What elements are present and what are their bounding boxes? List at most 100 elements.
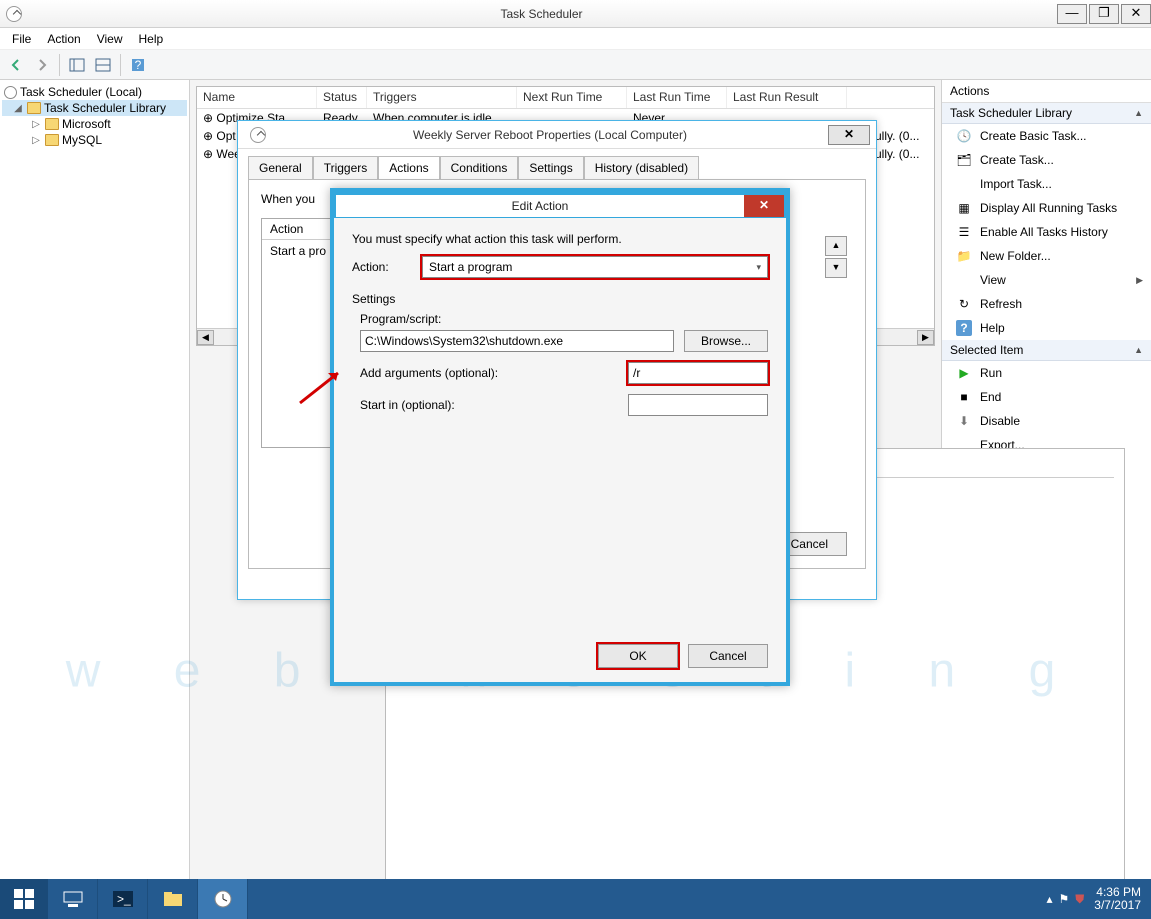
- folder-icon: [45, 118, 59, 130]
- action-combobox[interactable]: Start a program▾: [422, 256, 768, 278]
- properties-title: Weekly Server Reboot Properties (Local C…: [272, 128, 828, 142]
- move-up-button[interactable]: ▲: [825, 236, 847, 256]
- tray-up-icon[interactable]: ▴: [1046, 892, 1052, 906]
- scroll-right-icon[interactable]: ▶: [917, 330, 934, 345]
- action-disable[interactable]: ⬇Disable: [942, 409, 1151, 433]
- minimize-button[interactable]: —: [1057, 4, 1087, 24]
- move-down-button[interactable]: ▼: [825, 258, 847, 278]
- forward-button[interactable]: [30, 53, 54, 77]
- stop-icon: ■: [956, 389, 972, 405]
- col-nextrun[interactable]: Next Run Time: [517, 87, 627, 108]
- action-help[interactable]: ?Help: [942, 316, 1151, 340]
- actions-header: Actions: [942, 80, 1151, 103]
- clock-icon: [4, 86, 17, 99]
- task-icon: 🗂: [956, 152, 972, 168]
- help-icon[interactable]: ?: [126, 53, 150, 77]
- action-refresh[interactable]: ↻Refresh: [942, 292, 1151, 316]
- system-tray[interactable]: ▴ ⚑ ⛊: [1046, 892, 1084, 907]
- tree-library[interactable]: ◢ Task Scheduler Library: [2, 100, 187, 116]
- col-triggers[interactable]: Triggers: [367, 87, 517, 108]
- window-title: Task Scheduler: [28, 7, 1055, 21]
- toolbar: ?: [0, 50, 1151, 80]
- maximize-button[interactable]: ❐: [1089, 4, 1119, 24]
- ok-button[interactable]: OK: [598, 644, 678, 668]
- menu-action[interactable]: Action: [39, 30, 88, 48]
- action-end[interactable]: ■End: [942, 385, 1151, 409]
- taskbar-server-icon[interactable]: [48, 879, 98, 919]
- expand-icon[interactable]: ▷: [30, 135, 42, 146]
- taskbar-scheduler-icon[interactable]: [198, 879, 248, 919]
- taskbar: >_ ▴ ⚑ ⛊ 4:36 PM 3/7/2017: [0, 879, 1151, 919]
- action-display-running[interactable]: ▦Display All Running Tasks: [942, 196, 1151, 220]
- col-name[interactable]: Name: [197, 87, 317, 108]
- edit-instruction: You must specify what action this task w…: [352, 232, 768, 246]
- tree-lib-label: Task Scheduler Library: [44, 101, 166, 115]
- action-import[interactable]: Import Task...: [942, 172, 1151, 196]
- panel2-icon[interactable]: [91, 53, 115, 77]
- panel1-icon[interactable]: [65, 53, 89, 77]
- arguments-label: Add arguments (optional):: [360, 366, 628, 380]
- action-create-task[interactable]: 🗂Create Task...: [942, 148, 1151, 172]
- tree-root-label: Task Scheduler (Local): [20, 85, 142, 99]
- program-input[interactable]: [360, 330, 674, 352]
- taskbar-explorer-icon[interactable]: [148, 879, 198, 919]
- tab-general[interactable]: General: [248, 156, 313, 180]
- tab-triggers[interactable]: Triggers: [313, 156, 379, 180]
- startin-input[interactable]: [628, 394, 768, 416]
- col-lastresult[interactable]: Last Run Result: [727, 87, 847, 108]
- tree-root[interactable]: Task Scheduler (Local): [2, 84, 187, 100]
- tree-pane: Task Scheduler (Local) ◢ Task Scheduler L…: [0, 80, 190, 879]
- svg-text:>_: >_: [117, 892, 131, 906]
- action-view[interactable]: View▶: [942, 268, 1151, 292]
- startin-label: Start in (optional):: [360, 398, 628, 412]
- refresh-icon: ↻: [956, 296, 972, 312]
- running-icon: ▦: [956, 200, 972, 216]
- menu-view[interactable]: View: [89, 30, 131, 48]
- close-button[interactable]: ✕: [1121, 4, 1151, 24]
- section-library[interactable]: Task Scheduler Library▲: [942, 103, 1151, 124]
- properties-close-button[interactable]: ✕: [828, 125, 870, 145]
- menu-help[interactable]: Help: [131, 30, 172, 48]
- tree-ms-label: Microsoft: [62, 117, 111, 131]
- cancel-button[interactable]: Cancel: [688, 644, 768, 668]
- folder-icon: [27, 102, 41, 114]
- menu-file[interactable]: File: [4, 30, 39, 48]
- wizard-icon: 🕓: [956, 128, 972, 144]
- taskbar-powershell-icon[interactable]: >_: [98, 879, 148, 919]
- expand-icon[interactable]: ▷: [30, 119, 42, 130]
- flag-icon[interactable]: ⚑: [1059, 892, 1070, 906]
- action-enable-history[interactable]: ☰Enable All Tasks History: [942, 220, 1151, 244]
- edit-close-button[interactable]: ✕: [744, 195, 784, 217]
- action-label: Action:: [352, 260, 412, 274]
- task-list-header: Name Status Triggers Next Run Time Last …: [197, 87, 934, 109]
- tab-history[interactable]: History (disabled): [584, 156, 699, 180]
- tab-settings[interactable]: Settings: [518, 156, 583, 180]
- section-selected[interactable]: Selected Item▲: [942, 340, 1151, 361]
- tab-actions[interactable]: Actions: [378, 156, 439, 180]
- program-label: Program/script:: [360, 312, 768, 326]
- edit-action-dialog: Edit Action ✕ You must specify what acti…: [330, 188, 790, 686]
- action-create-basic[interactable]: 🕓Create Basic Task...: [942, 124, 1151, 148]
- shield-icon[interactable]: ⛊: [1075, 892, 1084, 907]
- tree-mysql[interactable]: ▷MySQL: [2, 132, 187, 148]
- scroll-left-icon[interactable]: ◀: [197, 330, 214, 345]
- start-button[interactable]: [0, 879, 48, 919]
- tree-microsoft[interactable]: ▷ Microsoft: [2, 116, 187, 132]
- tabs: General Triggers Actions Conditions Sett…: [238, 149, 876, 179]
- col-lastrun[interactable]: Last Run Time: [627, 87, 727, 108]
- history-icon: ☰: [956, 224, 972, 240]
- col-status[interactable]: Status: [317, 87, 367, 108]
- tab-conditions[interactable]: Conditions: [440, 156, 519, 180]
- titlebar: Task Scheduler — ❐ ✕: [0, 0, 1151, 28]
- back-button[interactable]: [4, 53, 28, 77]
- edit-action-title: Edit Action: [336, 195, 744, 217]
- taskbar-clock[interactable]: 4:36 PM 3/7/2017: [1094, 886, 1141, 912]
- clock-icon: [6, 6, 22, 22]
- arguments-input[interactable]: [628, 362, 768, 384]
- action-run[interactable]: ▶Run: [942, 361, 1151, 385]
- collapse-icon[interactable]: ◢: [12, 103, 24, 114]
- action-new-folder[interactable]: 📁New Folder...: [942, 244, 1151, 268]
- import-icon: [956, 176, 972, 192]
- settings-label: Settings: [352, 292, 768, 306]
- browse-button[interactable]: Browse...: [684, 330, 768, 352]
